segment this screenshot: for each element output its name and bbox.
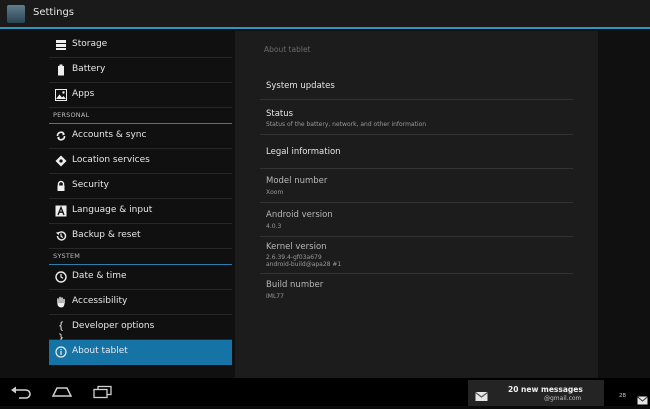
about-tablet-panel: About tablet System updates Status Statu… <box>235 31 598 378</box>
sidebar-item-apps[interactable]: Apps <box>49 83 232 108</box>
storage-icon <box>55 39 67 51</box>
kernel-version-line1: 2.6.39.4-gf03a679 <box>266 254 322 261</box>
backup-icon <box>55 230 67 242</box>
action-bar: Settings <box>0 0 650 29</box>
android-version-label: Android version <box>266 210 333 220</box>
sidebar-item-label: Location services <box>72 155 150 165</box>
sidebar-item-label: Accounts & sync <box>72 130 147 140</box>
sidebar-item-developer-options[interactable]: { } Developer options <box>49 315 232 344</box>
system-updates-row[interactable]: System updates <box>260 69 573 100</box>
sidebar-item-about-tablet[interactable]: About tablet <box>49 340 232 365</box>
sidebar-item-accessibility[interactable]: Accessibility <box>49 290 232 315</box>
recent-apps-button[interactable] <box>91 384 115 400</box>
home-icon <box>51 387 73 397</box>
kernel-version-line2: android-build@apa28 #1 <box>266 261 342 268</box>
sidebar-item-label: Accessibility <box>72 296 128 306</box>
gmail-icon <box>475 387 488 406</box>
sidebar-item-label: Security <box>72 180 109 190</box>
info-icon <box>55 346 67 358</box>
android-version-row[interactable]: Android version 4.0.3 <box>260 203 573 237</box>
braces-icon: { } <box>57 321 65 344</box>
apps-icon <box>55 89 67 101</box>
mail-status-icon[interactable] <box>637 390 648 409</box>
section-header-system: SYSTEM <box>49 249 232 265</box>
sidebar-item-label: Apps <box>72 89 95 99</box>
section-header-personal: PERSONAL <box>49 108 232 124</box>
status-description: Status of the battery, network, and othe… <box>266 121 427 128</box>
sidebar-item-battery[interactable]: Battery <box>49 58 232 83</box>
android-version-value: 4.0.3 <box>266 223 282 230</box>
build-number-label: Build number <box>266 280 324 290</box>
build-number-row[interactable]: Build number IML77 <box>260 274 573 307</box>
sidebar-item-label: Developer options <box>72 321 155 331</box>
location-icon <box>55 155 67 167</box>
legal-information-row[interactable]: Legal information <box>260 135 573 169</box>
hand-icon <box>55 296 67 308</box>
back-button[interactable] <box>10 384 34 400</box>
sidebar-item-label: Language & input <box>72 205 153 215</box>
settings-app-icon[interactable] <box>7 5 25 23</box>
clock-icon <box>55 271 67 283</box>
settings-content: Storage Battery Apps PERSONAL Accounts &… <box>0 29 650 378</box>
sidebar-item-location-services[interactable]: Location services <box>49 149 232 174</box>
sidebar-item-date-time[interactable]: Date & time <box>49 265 232 290</box>
language-icon <box>55 205 67 217</box>
sidebar-item-label: Date & time <box>72 271 127 281</box>
sidebar-item-label: About tablet <box>72 346 128 356</box>
settings-sidebar: Storage Battery Apps PERSONAL Accounts &… <box>49 33 232 365</box>
notification-account: @gmail.com <box>544 395 582 402</box>
notification-title: 20 new messages <box>508 385 583 394</box>
sidebar-item-label: Battery <box>72 64 106 74</box>
sidebar-item-storage[interactable]: Storage <box>49 33 232 58</box>
back-icon <box>11 386 31 399</box>
status-time: 28 <box>619 393 626 399</box>
gmail-notification[interactable]: 20 new messages @gmail.com <box>468 380 604 406</box>
model-number-value: Xoom <box>266 189 284 196</box>
kernel-version-row: Kernel version 2.6.39.4-gf03a679 android… <box>260 237 573 274</box>
kernel-version-label: Kernel version <box>266 242 327 252</box>
section-label: PERSONAL <box>53 111 90 119</box>
build-number-value: IML77 <box>266 293 284 300</box>
legal-information-label: Legal information <box>266 147 341 157</box>
battery-icon <box>55 64 67 76</box>
sidebar-item-backup-reset[interactable]: Backup & reset <box>49 224 232 249</box>
sidebar-item-security[interactable]: Security <box>49 174 232 199</box>
app-title: Settings <box>33 7 75 18</box>
status-row[interactable]: Status Status of the battery, network, a… <box>260 100 573 135</box>
model-number-label: Model number <box>266 176 328 186</box>
home-button[interactable] <box>50 384 74 400</box>
panel-title: About tablet <box>264 45 311 54</box>
sidebar-item-label: Backup & reset <box>72 230 141 240</box>
status-label: Status <box>266 109 294 119</box>
system-updates-label: System updates <box>266 81 335 91</box>
model-number-row: Model number Xoom <box>260 169 573 203</box>
sidebar-item-accounts-sync[interactable]: Accounts & sync <box>49 124 232 149</box>
recent-apps-icon <box>93 385 112 399</box>
sidebar-item-language-input[interactable]: Language & input <box>49 199 232 224</box>
sync-icon <box>55 130 67 142</box>
section-label: SYSTEM <box>53 252 81 260</box>
sidebar-item-label: Storage <box>72 39 108 49</box>
lock-icon <box>55 180 67 192</box>
